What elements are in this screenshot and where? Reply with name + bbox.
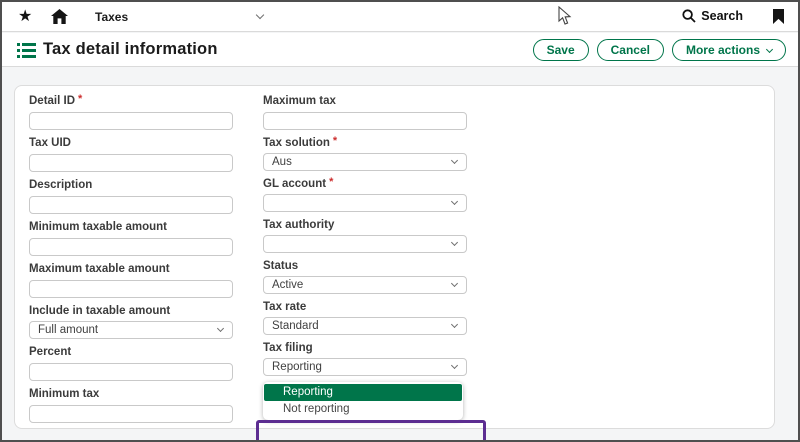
field-label: Percent bbox=[29, 346, 71, 358]
tax-detail-form-panel: Detail ID* Tax UID Description Minimum t… bbox=[14, 85, 775, 429]
chevron-down-icon bbox=[451, 239, 458, 246]
tax-filing-field: Tax filing Reporting Reporting Not repor… bbox=[263, 342, 467, 420]
page-title: Tax detail information bbox=[43, 40, 218, 59]
field-label: Tax rate bbox=[263, 301, 306, 313]
field-label: Description bbox=[29, 179, 92, 191]
tax-solution-select[interactable]: Aus bbox=[263, 153, 467, 171]
field-label: Include in taxable amount bbox=[29, 305, 170, 317]
header-actions: Save Cancel More actions bbox=[533, 39, 786, 61]
status-field: Status Active bbox=[263, 260, 467, 294]
field-label: Maximum tax bbox=[263, 95, 336, 107]
nav-menu-taxes[interactable]: Taxes bbox=[95, 10, 128, 24]
field-label: Status bbox=[263, 260, 298, 272]
cancel-button[interactable]: Cancel bbox=[597, 39, 664, 61]
search-button[interactable]: Search bbox=[682, 9, 743, 23]
field-label: Tax authority bbox=[263, 219, 334, 231]
tax-rate-select[interactable]: Standard bbox=[263, 317, 467, 335]
gl-account-select[interactable] bbox=[263, 194, 467, 212]
tax-uid-field: Tax UID bbox=[29, 137, 233, 172]
tax-rate-field: Tax rate Standard bbox=[263, 301, 467, 335]
minimum-tax-field: Minimum tax bbox=[29, 388, 233, 423]
nav-chevron-down-icon[interactable] bbox=[256, 11, 264, 19]
tax-solution-field: Tax solution* Aus bbox=[263, 137, 467, 171]
page-header: Tax detail information Save Cancel More … bbox=[2, 33, 798, 67]
select-value: Aus bbox=[272, 156, 292, 168]
more-actions-label: More actions bbox=[686, 43, 760, 57]
tax-filing-select[interactable]: Reporting bbox=[263, 358, 467, 376]
bookmark-icon[interactable] bbox=[773, 9, 784, 24]
select-value: Reporting bbox=[272, 361, 322, 373]
include-in-taxable-amount-field: Include in taxable amount Full amount bbox=[29, 305, 233, 339]
field-label: Minimum tax bbox=[29, 388, 99, 400]
form-column-left: Detail ID* Tax UID Description Minimum t… bbox=[29, 95, 233, 430]
more-actions-button[interactable]: More actions bbox=[672, 39, 786, 61]
percent-input[interactable] bbox=[29, 363, 233, 381]
field-label: Minimum taxable amount bbox=[29, 221, 167, 233]
tax-authority-field: Tax authority bbox=[263, 219, 467, 253]
field-label: Maximum taxable amount bbox=[29, 263, 170, 275]
app-window: ★ Taxes Search Tax detail information Sa… bbox=[0, 0, 800, 442]
maximum-tax-field: Maximum tax bbox=[263, 95, 467, 130]
chevron-down-icon bbox=[451, 362, 458, 369]
required-asterisk: * bbox=[78, 93, 82, 105]
description-input[interactable] bbox=[29, 196, 233, 214]
percent-field: Percent bbox=[29, 346, 233, 381]
save-button[interactable]: Save bbox=[533, 39, 589, 61]
detail-id-input[interactable] bbox=[29, 112, 233, 130]
minimum-taxable-amount-field: Minimum taxable amount bbox=[29, 221, 233, 256]
field-label: Tax UID bbox=[29, 137, 71, 149]
mouse-cursor-icon bbox=[558, 6, 572, 31]
maximum-tax-input[interactable] bbox=[263, 112, 467, 130]
tax-filing-dropdown: Reporting Not reporting bbox=[263, 382, 463, 420]
favorite-star-icon[interactable]: ★ bbox=[18, 6, 32, 28]
search-label: Search bbox=[701, 9, 743, 23]
required-asterisk: * bbox=[333, 135, 337, 147]
required-asterisk: * bbox=[329, 176, 333, 188]
field-label: GL account bbox=[263, 178, 326, 190]
select-value: Full amount bbox=[38, 324, 98, 336]
field-label: Tax solution bbox=[263, 137, 330, 149]
detail-id-field: Detail ID* bbox=[29, 95, 233, 130]
tax-uid-input[interactable] bbox=[29, 154, 233, 172]
include-in-taxable-amount-select[interactable]: Full amount bbox=[29, 321, 233, 339]
maximum-taxable-amount-input[interactable] bbox=[29, 280, 233, 298]
dropdown-option-reporting[interactable]: Reporting bbox=[264, 384, 462, 401]
description-field: Description bbox=[29, 179, 233, 214]
form-column-right: Maximum tax Tax solution* Aus GL account… bbox=[263, 95, 467, 427]
gl-account-field: GL account* bbox=[263, 178, 467, 212]
chevron-down-icon bbox=[451, 198, 458, 205]
home-icon[interactable] bbox=[51, 9, 68, 29]
select-value: Standard bbox=[272, 320, 319, 332]
app-inner: ★ Taxes Search Tax detail information Sa… bbox=[2, 2, 798, 440]
top-bar: ★ Taxes Search bbox=[2, 2, 798, 32]
select-value: Active bbox=[272, 279, 303, 291]
minimum-taxable-amount-input[interactable] bbox=[29, 238, 233, 256]
maximum-taxable-amount-field: Maximum taxable amount bbox=[29, 263, 233, 298]
tax-authority-select[interactable] bbox=[263, 235, 467, 253]
status-select[interactable]: Active bbox=[263, 276, 467, 294]
chevron-down-icon bbox=[451, 280, 458, 287]
chevron-down-icon bbox=[451, 157, 458, 164]
more-actions-chevron-down-icon bbox=[766, 45, 773, 52]
field-label: Tax filing bbox=[263, 342, 313, 354]
record-list-icon[interactable] bbox=[17, 43, 36, 58]
dropdown-option-not-reporting[interactable]: Not reporting bbox=[264, 401, 462, 418]
search-icon bbox=[682, 9, 696, 23]
chevron-down-icon bbox=[217, 325, 224, 332]
minimum-tax-input[interactable] bbox=[29, 405, 233, 423]
chevron-down-icon bbox=[451, 321, 458, 328]
field-label: Detail ID bbox=[29, 95, 75, 107]
